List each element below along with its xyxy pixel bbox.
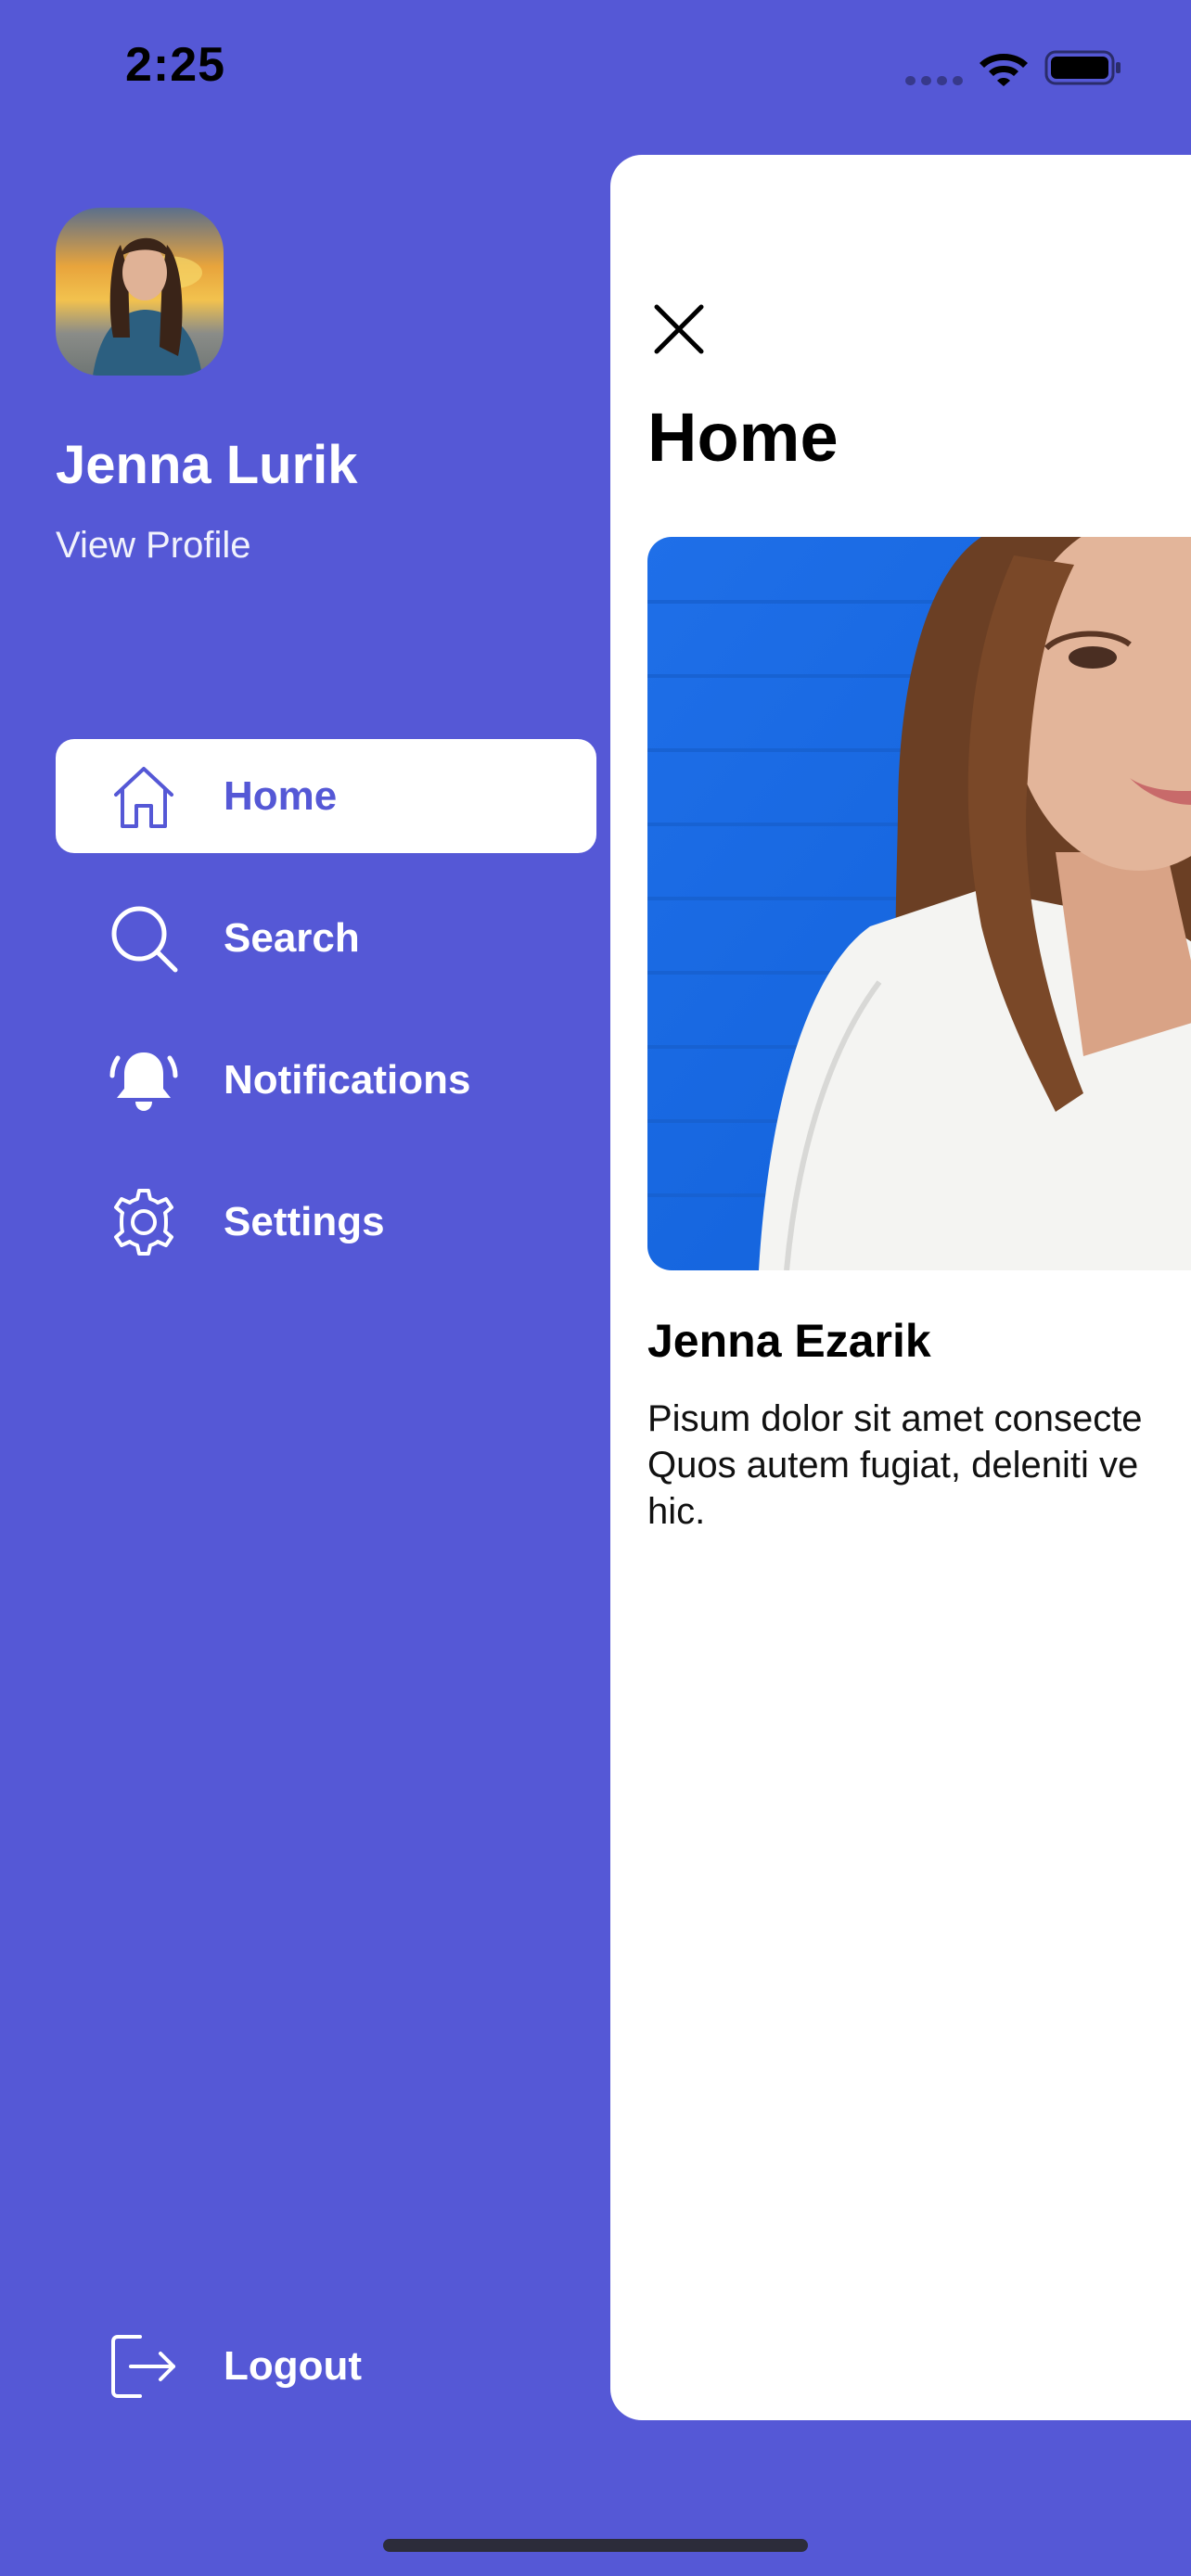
status-time: 2:25 <box>125 38 226 92</box>
bell-icon <box>109 1045 179 1116</box>
menu-item-label: Home <box>224 773 338 819</box>
view-profile-link[interactable]: View Profile <box>56 525 250 567</box>
page-title: Home <box>647 399 839 476</box>
signal-icon <box>905 76 963 85</box>
logout-label: Logout <box>224 2343 363 2389</box>
search-icon <box>109 903 179 974</box>
battery-icon <box>1044 48 1122 87</box>
avatar[interactable] <box>56 208 224 376</box>
gear-icon <box>109 1187 179 1257</box>
menu-item-notifications[interactable]: Notifications <box>56 1023 596 1137</box>
content-card: Home Jenna Ezarik Pisum dolor sit amet c… <box>610 155 1191 2420</box>
logout-button[interactable]: Logout <box>56 2309 596 2423</box>
card-name: Jenna Ezarik <box>647 1315 931 1367</box>
close-icon[interactable] <box>644 294 714 364</box>
card-description-line: Pisum dolor sit amet consecte <box>647 1398 1143 1439</box>
card-description-line: Quos autem fugiat, deleniti ve <box>647 1445 1139 1486</box>
card-description: Pisum dolor sit amet consecte Quos autem… <box>647 1396 1191 1535</box>
card-description-line: hic. <box>647 1491 706 1532</box>
user-name: Jenna Lurik <box>56 435 358 495</box>
menu-item-label: Search <box>224 915 360 961</box>
wifi-icon <box>978 48 1030 87</box>
home-icon <box>109 761 179 832</box>
menu-item-home[interactable]: Home <box>56 739 596 853</box>
menu-item-label: Notifications <box>224 1057 471 1103</box>
logout-icon <box>109 2331 179 2402</box>
menu-item-search[interactable]: Search <box>56 881 596 995</box>
hero-image <box>647 537 1191 1270</box>
menu-item-label: Settings <box>224 1199 385 1244</box>
status-bar: 2:25 <box>0 0 1191 139</box>
menu-item-settings[interactable]: Settings <box>56 1165 596 1279</box>
home-indicator[interactable] <box>383 2539 808 2552</box>
